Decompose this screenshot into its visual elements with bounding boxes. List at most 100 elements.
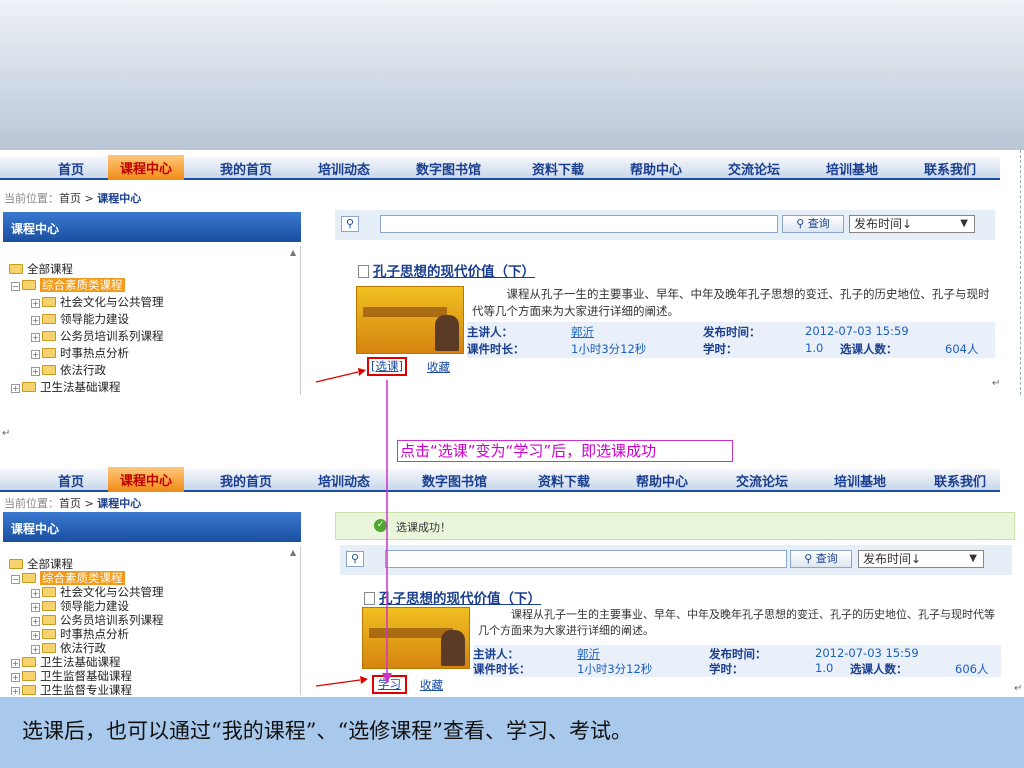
tree-node[interactable]: + 公务员培训系列课程 <box>31 328 164 344</box>
sort-select[interactable]: 发布时间↓ ▼ <box>858 550 984 568</box>
pub-value: 2012-07-03 15:59 <box>815 646 919 660</box>
tree-node[interactable]: + 依法行政 <box>31 362 106 378</box>
return-mark-icon: ↵ <box>2 428 11 439</box>
expand-icon[interactable]: + <box>31 617 40 626</box>
tree-label: 卫生监督专业课程 <box>40 683 132 695</box>
nav-library[interactable]: 数字图书馆 <box>422 471 487 490</box>
dropdown-arrow-icon: ▼ <box>960 218 968 229</box>
sidebar-title: 课程中心 <box>3 212 301 242</box>
favorite-link[interactable]: 收藏 <box>420 677 443 693</box>
nav-help[interactable]: 帮助中心 <box>636 471 688 490</box>
return-mark-icon: ↵ <box>992 378 1001 389</box>
tree-label: 全部课程 <box>27 262 73 276</box>
nav-contact[interactable]: 联系我们 <box>934 471 986 490</box>
nav-training-news[interactable]: 培训动态 <box>318 159 370 178</box>
expand-icon[interactable]: + <box>11 673 20 682</box>
scroll-up-icon[interactable]: ▲ <box>290 548 298 557</box>
tree-node[interactable]: − 综合素质类课程 <box>11 277 125 293</box>
nav-my-home[interactable]: 我的首页 <box>220 471 272 490</box>
collapse-icon[interactable]: − <box>11 575 20 584</box>
search-button-label: 查询 <box>815 552 838 565</box>
duration-label: 课件时长： <box>473 662 531 676</box>
tree-node[interactable]: + 领导能力建设 <box>31 311 129 327</box>
hours-label: 学时： <box>703 342 738 356</box>
folder-icon <box>42 331 56 341</box>
main-nav: 首页 课程中心 我的首页 培训动态 数字图书馆 资料下载 帮助中心 交流论坛 培… <box>0 467 1000 492</box>
nav-forum[interactable]: 交流论坛 <box>728 159 780 178</box>
tree-label: 卫生监督基础课程 <box>40 669 132 683</box>
search-input[interactable] <box>385 550 787 568</box>
tree-label: 领导能力建设 <box>60 599 129 613</box>
expand-icon[interactable]: + <box>11 384 20 393</box>
expand-icon[interactable]: + <box>31 316 40 325</box>
expand-icon[interactable]: + <box>31 350 40 359</box>
duration-label: 课件时长： <box>467 342 525 356</box>
course-thumbnail[interactable] <box>356 286 464 354</box>
sort-select[interactable]: 发布时间↓ ▼ <box>849 215 975 233</box>
nav-forum[interactable]: 交流论坛 <box>736 471 788 490</box>
nav-home[interactable]: 首页 <box>58 159 84 178</box>
breadcrumb-label: 当前位置： <box>4 497 59 510</box>
tree-node[interactable]: + 卫生监督专业课程 <box>11 682 132 695</box>
scroll-up-icon[interactable]: ▲ <box>290 248 298 257</box>
nav-training-base[interactable]: 培训基地 <box>826 159 878 178</box>
tree-label: 全部课程 <box>27 557 73 571</box>
course-title-text: 孔子思想的现代价值（下） <box>373 264 535 280</box>
nav-downloads[interactable]: 资料下载 <box>538 471 590 490</box>
nav-help[interactable]: 帮助中心 <box>630 159 682 178</box>
document-icon <box>364 592 375 605</box>
study-button[interactable]: 学习 <box>372 675 407 694</box>
search-icon[interactable]: ⚲ <box>346 551 364 567</box>
nav-course-center[interactable]: 课程中心 <box>108 467 185 492</box>
folder-icon <box>42 629 56 639</box>
search-button[interactable]: ⚲ 查询 <box>782 215 844 233</box>
collapse-icon[interactable]: − <box>11 282 20 291</box>
nav-home[interactable]: 首页 <box>58 471 84 490</box>
count-label: 选课人数： <box>840 342 898 356</box>
expand-icon[interactable]: + <box>11 687 20 695</box>
sort-value: 发布时间↓ <box>863 552 922 566</box>
tree-node[interactable]: + 时事热点分析 <box>31 345 129 361</box>
nav-contact[interactable]: 联系我们 <box>924 159 976 178</box>
expand-icon[interactable]: + <box>31 631 40 640</box>
tree-label: 时事热点分析 <box>60 346 129 360</box>
expand-icon[interactable]: + <box>31 645 40 654</box>
expand-icon[interactable]: + <box>31 589 40 598</box>
folder-icon <box>9 264 23 274</box>
expand-icon[interactable]: + <box>31 603 40 612</box>
top-banner <box>0 0 1024 150</box>
tree-node[interactable]: 全部课程 <box>9 261 73 277</box>
folder-icon <box>22 685 36 695</box>
breadcrumb-home[interactable]: 首页 <box>59 192 81 205</box>
select-course-button[interactable]: [选课] <box>367 357 407 376</box>
nav-training-news[interactable]: 培训动态 <box>318 471 370 490</box>
nav-course-center[interactable]: 课程中心 <box>108 155 185 180</box>
nav-library[interactable]: 数字图书馆 <box>416 159 481 178</box>
nav-downloads[interactable]: 资料下载 <box>532 159 584 178</box>
nav-my-home[interactable]: 我的首页 <box>220 159 272 178</box>
tree-node[interactable]: + 社会文化与公共管理 <box>31 294 164 310</box>
course-tree: ▲ 全部课程 − 综合素质类课程 + 社会文化与公共管理 + 领导能力建设 + 公务员培… <box>3 246 301 395</box>
search-input[interactable] <box>380 215 778 233</box>
lecturer-link[interactable]: 郭沂 <box>571 324 594 340</box>
expand-icon[interactable]: + <box>31 299 40 308</box>
nav-training-base[interactable]: 培训基地 <box>834 471 886 490</box>
breadcrumb-home[interactable]: 首页 <box>59 497 81 510</box>
folder-icon <box>42 314 56 324</box>
screenshot-after: 首页 课程中心 我的首页 培训动态 数字图书馆 资料下载 帮助中心 交流论坛 培… <box>0 463 1024 695</box>
tree-node[interactable]: + 卫生法基础课程 <box>11 379 121 395</box>
hours-label: 学时： <box>709 662 744 676</box>
success-message: ✓ 选课成功！ <box>335 512 1015 540</box>
course-title[interactable]: 孔子思想的现代价值（下） <box>358 260 535 280</box>
favorite-link[interactable]: 收藏 <box>427 359 450 375</box>
count-label: 选课人数： <box>850 662 908 676</box>
search-icon[interactable]: ⚲ <box>341 216 359 232</box>
search-button[interactable]: ⚲ 查询 <box>790 550 852 568</box>
course-thumbnail[interactable] <box>362 607 470 669</box>
expand-icon[interactable]: + <box>11 659 20 668</box>
success-text: 选课成功！ <box>396 521 451 534</box>
expand-icon[interactable]: + <box>31 367 40 376</box>
expand-icon[interactable]: + <box>31 333 40 342</box>
lecturer-link[interactable]: 郭沂 <box>577 646 600 662</box>
course-title[interactable]: 孔子思想的现代价值（下） <box>364 587 541 607</box>
